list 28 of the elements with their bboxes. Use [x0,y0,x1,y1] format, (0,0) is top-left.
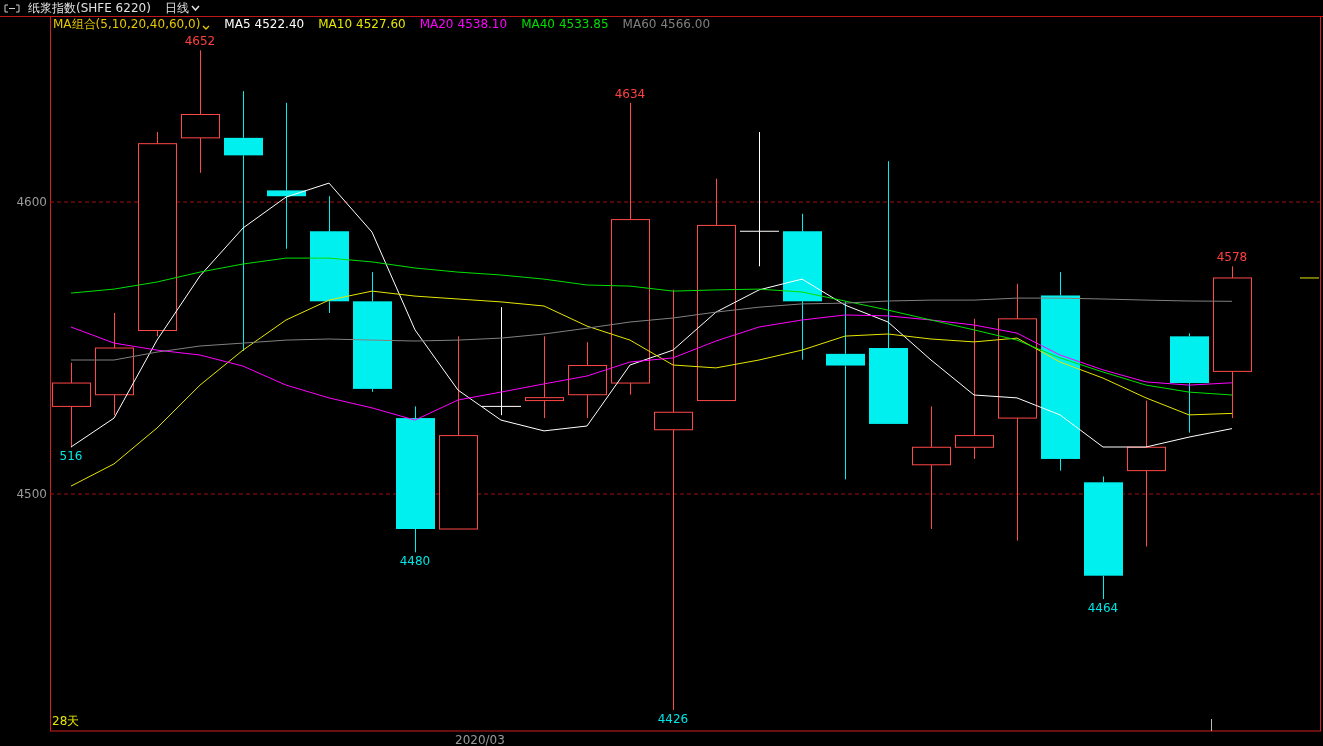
period-count: 28天 [52,714,80,728]
legend-series-value: 4533.85 [558,18,609,30]
legend-series-value: 4566.00 [660,18,711,30]
chevron-down-icon [202,25,211,30]
date-label: 2020/03 [455,733,505,746]
axis-label: 4600 [16,195,47,210]
price-label: 4480 [399,554,431,569]
legend-series-name: MA10 [318,18,353,30]
legend-series-value: 4527.60 [356,18,406,30]
swap-icon[interactable] [4,3,20,13]
legend-series-value: 4538.10 [457,18,508,30]
legend-series-name: MA40 [521,18,555,30]
legend-series-name: MA60 [622,18,657,30]
chevron-down-icon [190,5,200,11]
price-label: 4578 [1216,250,1248,265]
legend-series-name: MA20 [419,18,454,30]
legend-series-name: MA5 [224,18,251,30]
price-label: 4464 [1087,601,1119,616]
price-label: 4652 [184,34,216,49]
legend-series-value: 4522.40 [254,18,305,30]
axis-label: 4500 [16,486,47,501]
price-label: 516 [59,449,83,464]
price-label: 4634 [614,86,646,101]
ma-combo-dropdown[interactable]: MA组合(5,10,20,40,60,0) [53,18,211,30]
price-marker [1299,277,1320,279]
period-dropdown[interactable]: 日线 [164,2,200,14]
instrument-title: 纸浆指数(SHFE 6220) [28,2,151,14]
price-label: 4426 [657,712,689,726]
